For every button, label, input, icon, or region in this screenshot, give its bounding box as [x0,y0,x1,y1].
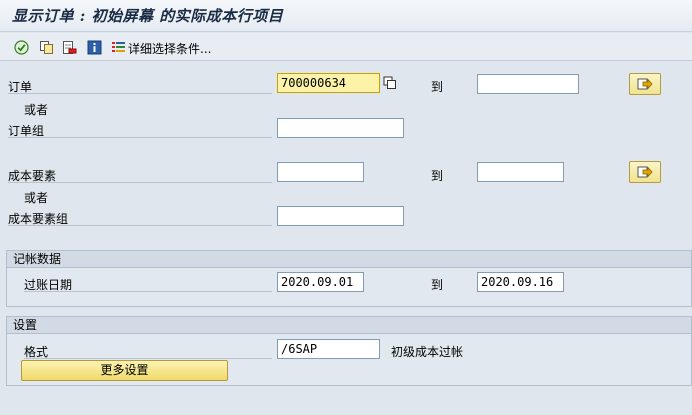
info-icon[interactable] [86,39,102,55]
layout-underline [24,358,272,359]
detail-selections-button[interactable]: 详细选择条件... [128,40,211,57]
order-multiple-selection-button[interactable] [629,73,661,95]
arrow-right-icon [637,166,653,178]
cost-element-group-underline [8,225,272,226]
posting-data-title: 记帐数据 [7,251,691,268]
cost-element-or-label: 或者 [24,191,49,205]
page-title: 显示订单 : 初始屏幕 的实际成本行项目 [12,7,284,25]
cost-element-group-input[interactable] [277,206,404,226]
arrow-right-icon [637,78,653,90]
cost-element-to-label: 到 [431,169,444,183]
delete-icon[interactable] [61,39,77,55]
layout-description: 初级成本过帐 [391,345,464,359]
settings-title: 设置 [7,317,691,334]
cost-element-to-input[interactable] [477,162,564,182]
application-toolbar: 详细选择条件... [0,33,692,61]
posting-date-to-label: 到 [431,278,444,292]
order-to-label: 到 [431,80,444,94]
posting-date-to-input[interactable]: 2020.09.16 [477,272,564,292]
order-or-label: 或者 [24,103,49,117]
order-label-underline [8,93,272,94]
title-bar: 显示订单 : 初始屏幕 的实际成本行项目 [0,0,692,32]
copy-icon[interactable] [38,39,54,55]
posting-date-from-input[interactable]: 2020.09.01 [277,272,364,292]
execute-icon[interactable] [13,39,29,55]
cost-element-multiple-selection-button[interactable] [629,161,661,183]
posting-date-underline [24,291,272,292]
selection-icon[interactable] [110,39,126,55]
order-to-input[interactable] [477,74,579,94]
layout-input[interactable]: /6SAP [277,339,380,359]
cost-element-from-input[interactable] [277,162,364,182]
order-group-underline [8,137,272,138]
order-group-input[interactable] [277,118,404,138]
order-from-input[interactable]: 700000634 [277,73,380,93]
multiple-selection-icon[interactable] [382,75,398,91]
more-settings-button[interactable]: 更多设置 [21,360,228,381]
cost-element-underline [8,182,272,183]
